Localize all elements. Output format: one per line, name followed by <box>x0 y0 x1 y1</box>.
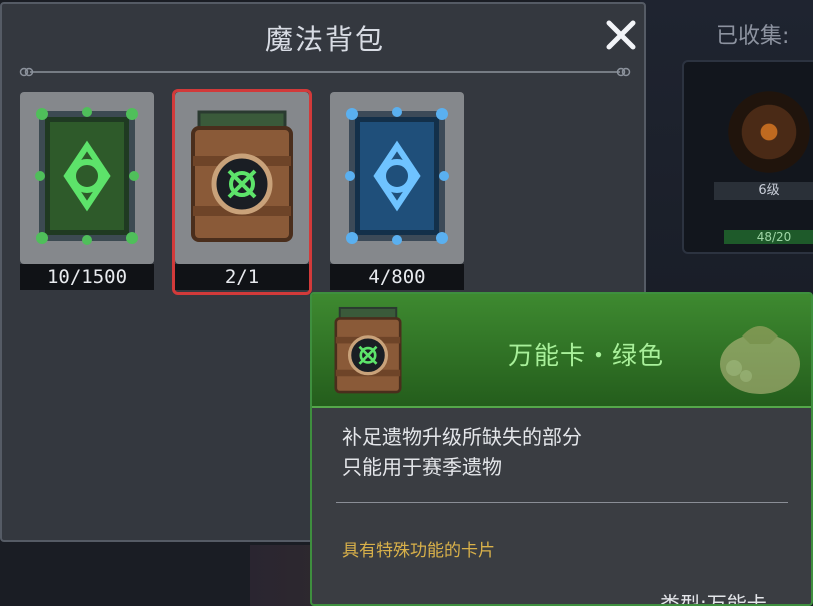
background-monster-card: 6级 48/20 <box>682 60 813 254</box>
bag-slot-green-card[interactable]: 10/1500 <box>20 92 154 292</box>
universal-card-icon <box>334 306 402 394</box>
tooltip-header: 万能卡・绿色 <box>312 294 811 408</box>
close-icon[interactable] <box>604 18 638 52</box>
slot-frame <box>175 92 309 264</box>
tooltip-divider <box>336 502 788 503</box>
item-type: 类型:万能卡 <box>660 592 767 606</box>
panel-title: 魔法背包 <box>264 23 385 56</box>
bag-slot-blue-card[interactable]: 4/800 <box>330 92 464 292</box>
description-line: 补足遗物升级所缺失的部分 <box>342 425 582 449</box>
description-line: 只能用于赛季遗物 <box>342 455 502 479</box>
universal-card-icon <box>191 110 293 242</box>
blue-card-icon <box>345 107 449 245</box>
item-flavor-text: 具有特殊功能的卡片 <box>342 541 495 561</box>
monster-portrait <box>724 82 813 182</box>
item-name: 万能卡・绿色 <box>508 341 665 370</box>
green-card-icon <box>35 107 139 245</box>
slot-frame <box>330 92 464 264</box>
title-divider <box>19 67 631 77</box>
item-tooltip: 万能卡・绿色 补足遗物升级所缺失的部分 只能用于赛季遗物 具有特殊功能的卡片 类… <box>310 292 813 606</box>
slot-count: 10/1500 <box>20 264 154 290</box>
slot-count: 2/1 <box>175 264 309 290</box>
slot-count: 4/800 <box>330 264 464 290</box>
slot-frame <box>20 92 154 264</box>
bag-slot-universal-card[interactable]: 2/1 <box>172 89 312 295</box>
item-description: 补足遗物升级所缺失的部分 只能用于赛季遗物 <box>342 422 582 482</box>
monster-level: 6级 <box>714 182 813 200</box>
monster-progress: 48/20 <box>724 230 813 244</box>
collected-label: 已收集: <box>716 24 790 49</box>
bag-icon <box>720 326 800 394</box>
